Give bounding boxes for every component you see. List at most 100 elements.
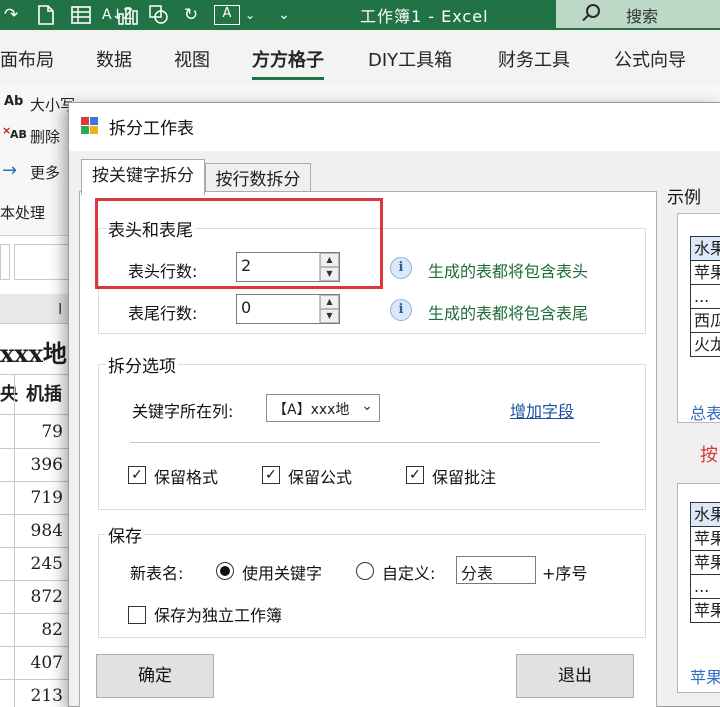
value-cell[interactable]: 719 <box>13 488 63 508</box>
gridline <box>0 547 69 548</box>
search-icon <box>586 4 600 18</box>
gridline <box>0 580 69 581</box>
footer-rows-spinner[interactable]: 0 ▲ ▼ <box>236 294 340 324</box>
ab-case-icon: Ab <box>4 94 24 109</box>
ok-button[interactable]: 确定 <box>96 654 214 698</box>
header-rows-value[interactable]: 2 <box>241 256 251 275</box>
example-cell: 苹果 <box>690 598 720 623</box>
tab-panel: 表头和表尾 表头行数: 2 ▲ ▼ i 生成的表都将包含表头 表尾行数: 0 ▲… <box>79 191 657 707</box>
table-icon[interactable] <box>70 5 92 25</box>
key-column-select[interactable]: 【A】xxx地 ⌄ <box>266 394 380 422</box>
spin-down-button[interactable]: ▼ <box>320 309 339 323</box>
use-keyword-label: 使用关键字 <box>242 564 323 583</box>
header-footer-group-title: 表头和表尾 <box>106 216 195 241</box>
gridline <box>0 414 69 415</box>
more-button[interactable]: 更多 <box>30 162 60 183</box>
example-cell: 火龙 <box>690 332 720 357</box>
spin-up-button[interactable]: ▲ <box>320 295 339 309</box>
value-cell[interactable]: 82 <box>13 620 63 640</box>
spin-down-button[interactable]: ▼ <box>320 267 339 281</box>
gridline <box>0 646 69 647</box>
arrow-right-icon: → <box>2 160 18 181</box>
value-cell[interactable]: 872 <box>13 587 63 607</box>
example-cell: ... <box>690 284 720 309</box>
delete-ab-icon: AB <box>10 128 27 141</box>
value-cell[interactable]: 79 <box>13 422 63 442</box>
tab-fangfang[interactable]: 方方格子 <box>252 46 324 80</box>
value-cell[interactable]: 245 <box>13 554 63 574</box>
keep-comment-label: 保留批注 <box>432 468 497 487</box>
key-column-label: 关键字所在列: <box>132 402 234 421</box>
value-cell[interactable]: 213 <box>13 686 63 706</box>
use-keyword-radio[interactable] <box>216 562 234 580</box>
custom-name-radio[interactable] <box>356 562 374 580</box>
gridline <box>0 448 69 449</box>
save-as-workbook-checkbox[interactable] <box>128 606 146 624</box>
keep-format-label: 保留格式 <box>154 468 219 487</box>
tab-formula-wizard[interactable]: 公式向导 <box>614 46 686 72</box>
footer-rows-value[interactable]: 0 <box>241 298 251 317</box>
example-before-table: 水果 苹果 ... 西瓜 火龙 总表 <box>677 213 720 423</box>
custom-name-input[interactable]: 分表 <box>456 556 536 584</box>
formula-bar[interactable] <box>14 244 74 280</box>
tab-split-by-keyword[interactable]: 按关键字拆分 <box>81 159 205 195</box>
tab-data[interactable]: 数据 <box>96 46 132 72</box>
column-header[interactable]: I <box>0 294 69 324</box>
example-arrow-text: 按 <box>700 445 718 466</box>
header-rows-spinner[interactable]: 2 ▲ ▼ <box>236 252 340 282</box>
excel-title-bar: ↷ A↓Z ↻ A ⌄ ⌄ 工作簿1 - Excel 搜索 <box>0 0 720 30</box>
info-icon: i <box>390 257 412 279</box>
loop-icon[interactable] <box>148 5 170 25</box>
search-box[interactable]: 搜索 <box>556 0 720 28</box>
window-title: 工作簿1 - Excel <box>360 7 489 26</box>
redo-icon[interactable]: ↷ <box>2 5 20 25</box>
info-icon: i <box>390 299 412 321</box>
save-group-title: 保存 <box>106 522 144 547</box>
dialog-title-bar[interactable]: 拆分工作表 <box>69 103 720 151</box>
split-options-group <box>98 364 646 510</box>
tab-diy-toolbox[interactable]: DIY工具箱 <box>368 46 452 72</box>
suffix-label: +序号 <box>542 564 588 583</box>
example-cell: ... <box>690 574 720 599</box>
new-sheet-name-label: 新表名: <box>130 564 184 583</box>
customize-icon[interactable]: ⌄ <box>276 5 292 25</box>
column-letter: I <box>58 300 63 318</box>
delete-button[interactable]: 删除 <box>30 126 60 147</box>
example-sheet-tab: 总表 <box>690 404 720 423</box>
value-cell[interactable]: 396 <box>13 455 63 475</box>
example-cell: 苹果 <box>690 260 720 285</box>
keep-comment-checkbox[interactable]: ✓ <box>406 466 424 484</box>
chevron-down-icon: ⌄ <box>361 398 373 414</box>
gridline <box>0 481 69 482</box>
example-cell: 苹果 <box>690 526 720 551</box>
new-file-icon[interactable] <box>36 5 56 25</box>
exit-button[interactable]: 退出 <box>516 654 634 698</box>
text-box-icon[interactable]: A <box>214 5 240 25</box>
worksheet[interactable]: I xxx地 央 机插 79 396 719 984 245 872 82 40… <box>0 294 70 707</box>
tab-page-layout[interactable]: 面布局 <box>0 46 54 72</box>
name-box[interactable] <box>0 244 10 280</box>
value-cell[interactable]: 984 <box>13 521 63 541</box>
dialog-title: 拆分工作表 <box>109 119 194 139</box>
example-cell: 西瓜 <box>690 308 720 333</box>
dropdown-icon[interactable]: ⌄ <box>244 5 256 25</box>
gridline <box>0 679 69 680</box>
keep-formula-checkbox[interactable]: ✓ <box>262 466 280 484</box>
value-cell[interactable]: 407 <box>13 653 63 673</box>
spin-up-button[interactable]: ▲ <box>320 253 339 267</box>
key-column-value: 【A】xxx地 <box>273 402 350 418</box>
header-rows-label: 表头行数: <box>128 262 198 281</box>
example-cell: 水果 <box>690 502 720 527</box>
tab-view[interactable]: 视图 <box>174 46 210 72</box>
header-cell[interactable]: 央 <box>0 380 18 406</box>
gridline <box>0 613 69 614</box>
tab-finance-tools[interactable]: 财务工具 <box>498 46 570 72</box>
split-options-group-title: 拆分选项 <box>106 352 178 377</box>
gridline <box>0 514 69 515</box>
keep-format-checkbox[interactable]: ✓ <box>128 466 146 484</box>
refresh-icon[interactable]: ↻ <box>180 5 202 25</box>
add-field-link[interactable]: 增加字段 <box>510 398 574 422</box>
header-cell[interactable]: 机插 <box>26 380 62 406</box>
chart-icon[interactable] <box>116 5 140 25</box>
example-after-table: 水果 苹果 苹果 ... 苹果 苹果 <box>677 483 720 693</box>
